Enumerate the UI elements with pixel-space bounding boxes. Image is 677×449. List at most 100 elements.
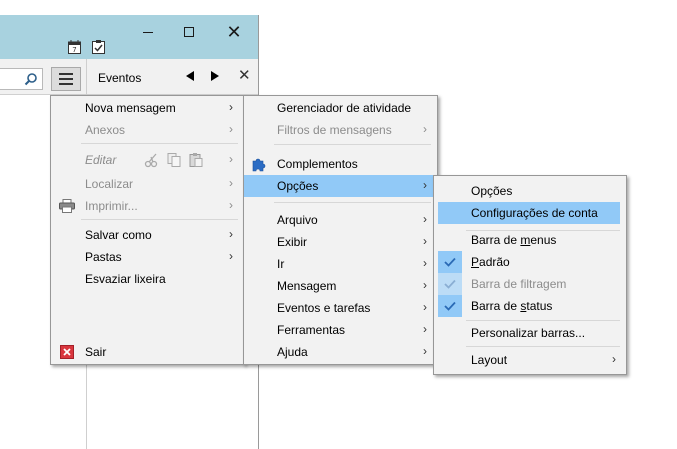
- paste-icon[interactable]: [188, 152, 204, 168]
- menu-item-label: Opções: [471, 184, 513, 198]
- copy-icon[interactable]: [166, 152, 182, 168]
- options-submenu: Opções Configurações de conta Barra de m…: [433, 175, 627, 375]
- title-bar: ✕ 7: [0, 15, 258, 59]
- chevron-right-icon: ›: [229, 249, 233, 263]
- label-part: enus: [530, 233, 557, 247]
- chevron-right-icon: ›: [229, 198, 233, 212]
- menu-item-label: Personalizar barras...: [471, 326, 586, 340]
- menu-item-label: Barra de filtragem: [471, 277, 566, 291]
- label-part: Barra de: [471, 299, 521, 313]
- cut-icon[interactable]: [144, 152, 160, 168]
- menu-item-label: Ajuda: [277, 345, 308, 359]
- menu-item-default-toolbar[interactable]: Padrão: [434, 251, 626, 273]
- menu-item-attachments[interactable]: Anexos ›: [52, 119, 243, 141]
- menu-item-tools[interactable]: Ferramentas ›: [244, 319, 437, 341]
- chevron-right-icon: ›: [423, 256, 427, 270]
- menu-item-quit[interactable]: Sair: [52, 341, 243, 363]
- minimize-button[interactable]: [128, 19, 168, 45]
- menu-item-label: Ir: [277, 257, 285, 271]
- puzzle-icon: [251, 156, 267, 172]
- menu-item-label: Configurações de conta: [471, 206, 598, 220]
- menu-item-help[interactable]: Ajuda ›: [244, 341, 437, 363]
- menu-separator: [81, 143, 238, 144]
- label-part: tatus: [526, 299, 553, 313]
- chevron-right-icon: ›: [229, 176, 233, 190]
- events-close-icon[interactable]: ✕: [238, 66, 251, 84]
- printer-icon: [59, 198, 75, 214]
- main-menu: Nova mensagem › Anexos › Editar › Locali…: [50, 95, 245, 365]
- search-input[interactable]: [0, 68, 43, 90]
- menu-item-status-bar[interactable]: Barra de status: [434, 295, 626, 317]
- menu-item-empty-trash[interactable]: Esvaziar lixeira: [52, 268, 243, 290]
- chevron-right-icon: ›: [423, 212, 427, 226]
- label-accesskey: P: [471, 255, 480, 269]
- next-icon[interactable]: [211, 71, 219, 81]
- menu-item-view[interactable]: Exibir ›: [244, 231, 437, 253]
- submenu: Gerenciador de atividade Filtros de mens…: [243, 95, 438, 365]
- maximize-button[interactable]: [169, 19, 209, 45]
- chevron-right-icon: ›: [423, 322, 427, 336]
- menu-item-message[interactable]: Mensagem ›: [244, 275, 437, 297]
- menu-item-message-filters[interactable]: Filtros de mensagens ›: [244, 119, 437, 141]
- close-button[interactable]: ✕: [214, 19, 254, 45]
- menu-item-label: Arquivo: [277, 213, 318, 227]
- menu-item-menu-bar[interactable]: Barra de menus: [434, 229, 626, 251]
- toolbar: Eventos ✕: [0, 59, 258, 95]
- menu-item-options[interactable]: Opções ›: [244, 175, 437, 197]
- chevron-right-icon: ›: [423, 278, 427, 292]
- tasks-icon[interactable]: [92, 40, 105, 54]
- menu-separator: [81, 219, 238, 220]
- menu-item-label: Complementos: [277, 157, 358, 171]
- chevron-right-icon: ›: [423, 178, 427, 192]
- search-icon: [24, 73, 37, 86]
- hamburger-icon-line: [59, 83, 73, 85]
- chevron-right-icon: ›: [612, 352, 616, 366]
- menu-item-folders[interactable]: Pastas ›: [52, 246, 243, 268]
- menu-item-addons[interactable]: Complementos: [244, 153, 437, 175]
- hamburger-icon: [59, 73, 73, 75]
- menu-separator: [274, 144, 431, 145]
- chevron-right-icon: ›: [229, 227, 233, 241]
- menu-item-label: Padrão: [471, 255, 510, 269]
- menu-separator: [466, 346, 620, 347]
- chevron-right-icon: ›: [423, 300, 427, 314]
- menu-item-label: Salvar como: [85, 228, 152, 242]
- menu-item-customize-toolbars[interactable]: Personalizar barras...: [434, 322, 626, 344]
- menu-separator: [274, 202, 431, 203]
- menu-item-activity-manager[interactable]: Gerenciador de atividade: [244, 97, 437, 119]
- menu-item-label: Editar: [85, 153, 117, 167]
- menu-item-filter-bar[interactable]: Barra de filtragem: [434, 273, 626, 295]
- menu-item-preferences[interactable]: Opções: [434, 180, 626, 202]
- check-icon: [438, 251, 462, 273]
- menu-item-find[interactable]: Localizar ›: [52, 173, 243, 195]
- menu-item-new-message[interactable]: Nova mensagem ›: [52, 97, 243, 119]
- menu-item-account-settings[interactable]: Configurações de conta: [438, 202, 620, 224]
- menu-item-events-tasks[interactable]: Eventos e tarefas ›: [244, 297, 437, 319]
- menu-item-file[interactable]: Arquivo ›: [244, 209, 437, 231]
- label-accesskey: m: [520, 233, 531, 247]
- menu-item-label: Pastas: [85, 250, 122, 264]
- menu-item-label: Filtros de mensagens: [277, 123, 392, 137]
- chevron-right-icon: ›: [229, 100, 233, 114]
- menu-item-label: Sair: [85, 345, 107, 359]
- svg-text:7: 7: [72, 46, 76, 54]
- close-icon: ✕: [226, 22, 242, 42]
- menu-item-label: Eventos e tarefas: [277, 301, 371, 315]
- menu-item-edit[interactable]: Editar ›: [52, 149, 243, 171]
- previous-icon[interactable]: [186, 71, 194, 81]
- menu-item-label: Esvaziar lixeira: [85, 272, 166, 286]
- calendar-icon[interactable]: 7: [68, 40, 81, 54]
- maximize-icon: [184, 27, 194, 37]
- chevron-right-icon: ›: [423, 344, 427, 358]
- menu-item-print[interactable]: Imprimir... ›: [52, 195, 243, 217]
- edit-tools: [144, 152, 204, 168]
- menu-item-label: Opções: [277, 179, 319, 193]
- menu-item-label: Anexos: [85, 123, 126, 137]
- chevron-right-icon: ›: [423, 234, 427, 248]
- app-menu-button[interactable]: [51, 67, 81, 91]
- menu-item-go[interactable]: Ir ›: [244, 253, 437, 275]
- menu-item-save-as[interactable]: Salvar como ›: [52, 224, 243, 246]
- menu-item-layout[interactable]: Layout ›: [434, 349, 626, 371]
- label-part: Barra de: [471, 233, 521, 247]
- chevron-right-icon: ›: [229, 152, 233, 166]
